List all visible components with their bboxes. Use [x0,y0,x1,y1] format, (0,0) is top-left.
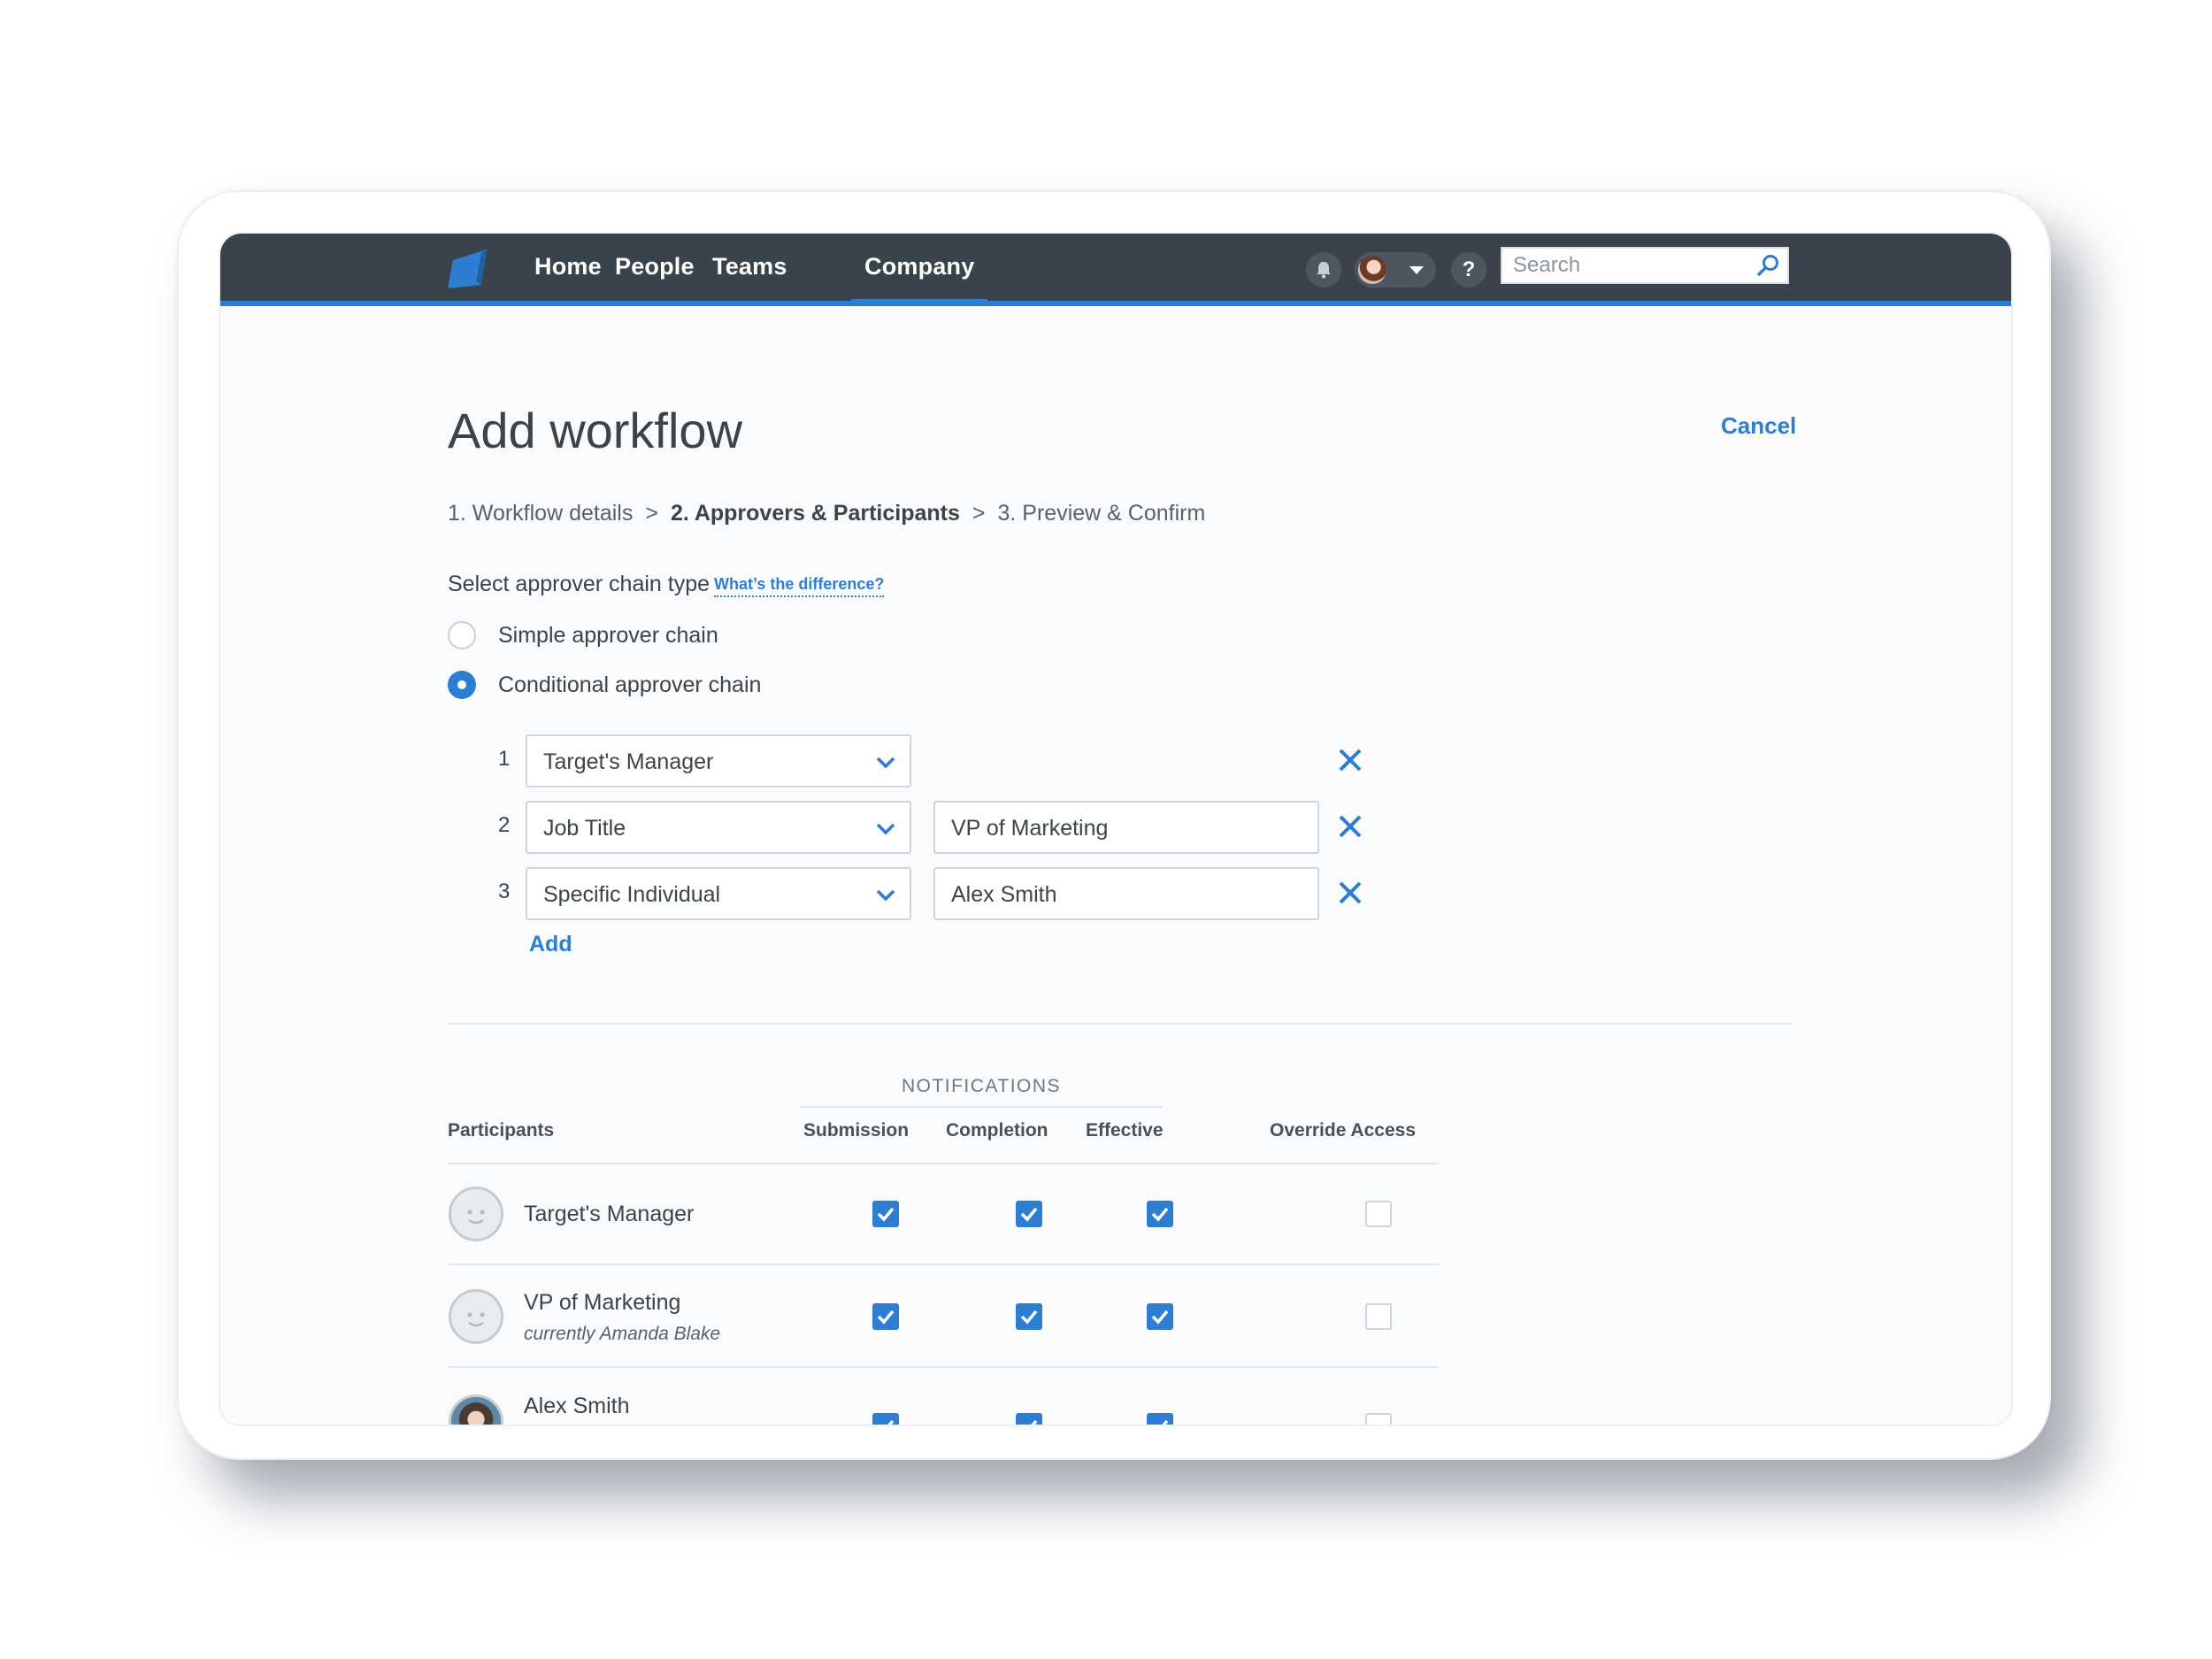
radio-option-simple[interactable]: Simple approver chain [448,621,718,649]
nav-home[interactable]: Home [534,253,602,280]
search-input[interactable] [1502,249,1750,282]
column-header-participants: Participants [448,1120,555,1141]
nav-company[interactable]: Company [850,253,988,305]
column-header-completion: Completion [946,1120,1048,1141]
section-divider [448,1023,1793,1025]
column-header-effective: Effective [1086,1120,1164,1141]
remove-approver-icon[interactable] [1337,879,1363,906]
radio-label: Conditional approver chain [498,672,762,697]
approver-number: 1 [498,747,511,771]
completion-checkbox[interactable] [1016,1201,1042,1227]
participant-name: Alex Smith [524,1394,630,1418]
field-value: Alex Smith [951,882,1057,907]
breadcrumb-step-approvers: 2. Approvers & Participants [670,501,960,526]
participant-name: Target's Manager [524,1202,695,1226]
radio-button-selected[interactable] [448,671,476,699]
brand-logo-icon[interactable] [446,246,494,290]
column-header-submission: Submission [803,1120,910,1141]
avatar [449,1394,503,1425]
chevron-down-icon [876,889,895,902]
breadcrumb: 1. Workflow details > 2. Approvers & Par… [448,501,1205,526]
avatar-placeholder-icon [449,1289,503,1344]
avatar-placeholder-icon [449,1187,503,1241]
select-value: Job Title [543,816,626,841]
approver-type-select[interactable]: Target's Manager [526,734,911,787]
approver-number: 2 [498,813,511,837]
notifications-button[interactable] [1306,252,1341,288]
breadcrumb-step-workflow-details[interactable]: 1. Workflow details [448,501,633,526]
remove-approver-icon[interactable] [1337,747,1363,773]
participant-name: VP of Marketing [524,1290,681,1315]
approver-type-select[interactable]: Job Title [526,801,911,854]
field-value: VP of Marketing [951,816,1109,841]
approver-value-field[interactable]: Alex Smith [933,867,1319,920]
override-access-checkbox[interactable] [1365,1303,1392,1330]
effective-checkbox[interactable] [1147,1303,1173,1330]
approver-number: 3 [498,879,511,903]
approver-value-field[interactable]: VP of Marketing [933,801,1319,854]
select-value: Specific Individual [543,882,721,907]
page-title: Add workflow [448,403,743,458]
search-icon[interactable] [1755,253,1780,278]
nav-people[interactable]: People [615,253,695,280]
override-access-checkbox[interactable] [1365,1201,1392,1227]
table-divider [448,1163,1439,1164]
participant-subtitle: currently Amanda Blake [524,1324,721,1344]
breadcrumb-separator: > [972,501,986,526]
app-screen: Home People Teams Company ? Search Add w… [219,232,2013,1426]
submission-checkbox[interactable] [872,1201,899,1227]
remove-approver-icon[interactable] [1337,813,1363,840]
bell-icon [1317,262,1331,279]
add-approver-link[interactable]: Add [529,932,572,957]
tablet-frame: Home People Teams Company ? Search Add w… [177,190,2051,1460]
approver-type-select[interactable]: Specific Individual [526,867,911,920]
override-access-checkbox[interactable] [1365,1413,1392,1425]
cancel-link[interactable]: Cancel [1721,412,1796,440]
column-header-override-access: Override Access [1270,1120,1416,1141]
chevron-down-icon [876,757,895,769]
nav-teams[interactable]: Teams [712,253,787,280]
top-navigation-bar: Home People Teams Company ? [220,234,2011,306]
question-icon: ? [1462,257,1476,281]
avatar [1358,256,1386,284]
submission-checkbox[interactable] [872,1413,899,1425]
whats-the-difference-link[interactable]: What’s the difference? [714,575,885,597]
radio-option-conditional[interactable]: Conditional approver chain [448,671,761,699]
effective-checkbox[interactable] [1147,1201,1173,1227]
completion-checkbox[interactable] [1016,1303,1042,1330]
chevron-down-icon [876,823,895,835]
user-menu[interactable] [1355,252,1436,288]
radio-label: Simple approver chain [498,622,718,648]
effective-checkbox[interactable] [1147,1413,1173,1425]
help-button[interactable]: ? [1451,252,1486,288]
select-value: Target's Manager [543,749,714,774]
completion-checkbox[interactable] [1016,1413,1042,1425]
submission-checkbox[interactable] [872,1303,899,1330]
breadcrumb-step-preview[interactable]: 3. Preview & Confirm [998,501,1206,526]
approver-chain-label: Select approver chain type [448,572,710,596]
breadcrumb-separator: > [645,501,658,526]
chevron-down-icon [1409,266,1424,274]
notifications-heading: NOTIFICATIONS [800,1076,1163,1108]
radio-button[interactable] [448,621,476,649]
table-divider [448,1263,1439,1265]
search-box [1501,247,1789,284]
table-divider [448,1366,1439,1368]
